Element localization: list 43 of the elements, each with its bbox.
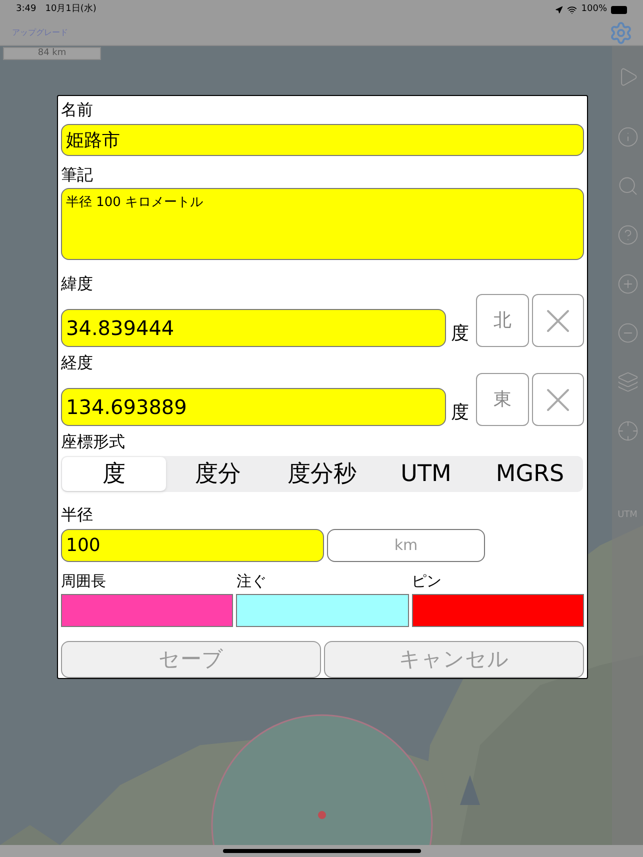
format-label: 座標形式 [61, 432, 126, 452]
battery-icon [611, 6, 627, 14]
latitude-field[interactable]: 34.839444 [61, 309, 446, 348]
wifi-icon [567, 5, 578, 15]
longitude-label: 経度 [61, 353, 94, 373]
settings-icon[interactable] [609, 20, 633, 44]
format-segment[interactable]: 度分秒 [270, 457, 374, 491]
crosshair-icon[interactable] [616, 420, 638, 442]
color-label: ピン [412, 571, 443, 591]
status-date: 10月1日(水) [45, 3, 96, 16]
color-swatch[interactable] [236, 594, 409, 627]
info-icon[interactable] [616, 126, 638, 148]
format-segment[interactable]: 度分 [166, 457, 270, 491]
color-swatch[interactable] [412, 594, 584, 627]
status-time: 3:49 [16, 3, 36, 16]
scale-bar: 84 km [3, 47, 101, 60]
format-segment[interactable]: MGRS [478, 457, 582, 491]
hemisphere-button[interactable]: 東 [476, 373, 529, 426]
hemisphere-button[interactable]: 北 [476, 294, 529, 348]
color-label: 注ぐ [236, 571, 268, 591]
note-field[interactable]: 半径 100 キロメートル [61, 188, 584, 260]
longitude-field[interactable]: 134.693889 [61, 388, 446, 426]
zoom-out-icon[interactable] [616, 322, 638, 344]
help-icon[interactable] [616, 224, 638, 246]
clear-button[interactable] [532, 294, 584, 348]
color-label: 周囲長 [61, 571, 107, 591]
name-field[interactable]: 姫路市 [61, 124, 584, 156]
search-icon[interactable] [616, 175, 638, 197]
name-label: 名前 [61, 100, 94, 120]
zoom-in-icon[interactable] [616, 273, 638, 295]
location-icon [555, 6, 564, 14]
battery-percent: 100% [581, 3, 607, 16]
radius-label: 半径 [61, 505, 94, 525]
color-swatch[interactable] [61, 594, 234, 627]
degree-unit: 度 [451, 401, 470, 425]
format-segment[interactable]: 度 [62, 457, 166, 491]
format-segment[interactable]: UTM [374, 457, 478, 491]
degree-unit: 度 [451, 322, 470, 346]
clear-button[interactable] [532, 373, 584, 426]
note-label: 筆記 [61, 165, 94, 186]
layers-icon[interactable] [616, 371, 638, 393]
latitude-label: 緯度 [61, 274, 94, 294]
radius-field[interactable]: 100 [61, 529, 324, 562]
